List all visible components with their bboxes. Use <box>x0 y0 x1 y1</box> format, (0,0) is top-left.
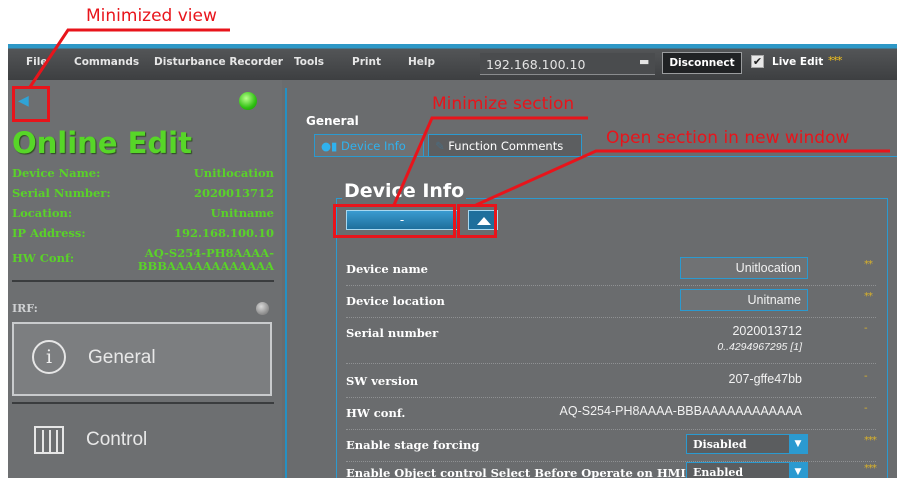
annotation-minimized-view: Minimized view <box>86 6 217 26</box>
section-title: General <box>306 114 359 128</box>
stage-forcing-row: Enable stage forcing Disabled ▼ *** <box>346 432 877 462</box>
device-summary-panel: ◀ Online Edit Device Name: Unitlocation … <box>8 80 282 478</box>
nav-control-label: Control <box>86 429 148 450</box>
access-level-icon: *** <box>828 54 842 67</box>
hw-conf-value-line2: BBBAAAAAAAAAAAA <box>137 259 274 273</box>
menu-tools[interactable]: Tools <box>294 56 324 68</box>
serial-number-value: 2020013712 <box>193 186 274 200</box>
access-level-icon: ** <box>864 259 873 270</box>
divider <box>12 280 274 282</box>
chevron-down-icon[interactable]: ▬ <box>639 55 649 68</box>
annotation-open-section-new-window: Open section in new window <box>606 128 850 148</box>
irf-status-icon <box>256 302 269 315</box>
info-icon: i <box>32 340 66 374</box>
device-location-input[interactable]: Unitname <box>680 289 808 311</box>
serial-number-value: 2020013712 <box>732 324 802 338</box>
location-label: Location: <box>12 206 73 220</box>
stage-forcing-dropdown[interactable]: Disabled ▼ <box>686 434 808 454</box>
access-level-icon: - <box>864 323 867 334</box>
hw-conf-row: HW Conf: AQ-S254-PH8AAAA- BBBAAAAAAAAAAA… <box>12 247 274 273</box>
object-control-label: Enable Object control Select Before Oper… <box>346 466 686 478</box>
location-value: Unitname <box>210 206 274 220</box>
comment-icon: ✎ <box>435 139 449 153</box>
nav-general[interactable]: i General <box>12 322 272 396</box>
nav-general-label: General <box>88 347 156 368</box>
location-row: Location: Unitname <box>12 206 274 222</box>
live-edit-label: Live Edit <box>772 56 824 68</box>
nav-control[interactable]: Control <box>12 426 272 456</box>
stage-forcing-value: Disabled <box>693 438 747 451</box>
ip-address-select[interactable]: 192.168.100.10 <box>480 53 655 75</box>
tab-divider <box>314 156 897 157</box>
hw-conf-value: AQ-S254-PH8AAAA-BBBAAAAAAAAAAAA <box>559 404 802 418</box>
sw-version-row: SW version 207-gffe47bb - <box>346 368 876 398</box>
access-level-icon: - <box>864 403 867 414</box>
online-status-icon <box>239 92 257 110</box>
device-name-row: Device name Unitlocation ** <box>346 256 876 286</box>
annotation-box-minimize-section <box>333 204 456 238</box>
group-title: Device Info <box>342 180 467 202</box>
stage-forcing-label: Enable stage forcing <box>346 438 480 452</box>
tab-function-comments[interactable]: ✎ Function Comments <box>428 134 582 156</box>
device-name-input[interactable]: Unitlocation <box>680 257 808 279</box>
ip-address-row: IP Address: 192.168.100.10 <box>12 226 274 242</box>
hw-conf-value: AQ-S254-PH8AAAA- BBBAAAAAAAAAAAA <box>138 247 274 273</box>
live-edit-checkbox[interactable]: ✔ <box>751 55 764 68</box>
access-level-icon: *** <box>864 463 877 474</box>
object-control-row: Enable Object control Select Before Oper… <box>346 460 877 478</box>
hw-conf-row: HW conf. AQ-S254-PH8AAAA-BBBAAAAAAAAAAAA… <box>346 400 876 430</box>
device-location-label: Device location <box>346 294 445 308</box>
ip-address-value: 192.168.100.10 <box>173 226 274 240</box>
access-level-icon: *** <box>864 435 877 446</box>
tab-device-info-label: Device Info <box>341 139 406 153</box>
menu-help[interactable]: Help <box>408 56 435 68</box>
serial-number-row: Serial Number: 2020013712 <box>12 186 274 202</box>
disconnect-button[interactable]: Disconnect <box>662 52 742 74</box>
annotation-minimize-section: Minimize section <box>432 94 575 114</box>
serial-number-label: Serial Number: <box>12 186 111 200</box>
device-name-value: Unitlocation <box>193 166 274 180</box>
device-info-icon: ●▮ <box>321 139 342 153</box>
hw-conf-label: HW conf. <box>346 406 406 420</box>
ip-address-label: IP Address: <box>12 226 86 240</box>
panel-divider[interactable] <box>285 88 287 478</box>
sliders-icon <box>34 426 64 454</box>
object-control-value: Enabled <box>693 466 744 478</box>
device-name-row: Device Name: Unitlocation <box>12 166 274 182</box>
device-name-label: Device name <box>346 262 428 276</box>
annotation-box-open-section <box>457 204 497 238</box>
irf-label: IRF: <box>12 302 38 315</box>
object-control-dropdown[interactable]: Enabled ▼ <box>686 462 808 478</box>
sw-version-label: SW version <box>346 374 419 388</box>
menu-bar: File Commands Disturbance Recorder Tools… <box>8 44 897 80</box>
divider <box>12 402 274 404</box>
chevron-down-icon[interactable]: ▼ <box>789 463 807 478</box>
menu-commands[interactable]: Commands <box>74 56 139 68</box>
access-level-icon: ** <box>864 291 873 302</box>
menu-file[interactable]: File <box>26 56 48 68</box>
connection-status-title: Online Edit <box>12 126 192 160</box>
annotation-box-minimize-view <box>12 86 50 122</box>
tab-device-info[interactable]: ●▮ Device Info <box>314 134 424 156</box>
sw-version-value: 207-gffe47bb <box>728 372 802 386</box>
serial-number-row: Serial number 2020013712 0..4294967295 [… <box>346 320 876 364</box>
device-location-row: Device location Unitname ** <box>346 288 876 318</box>
menu-print[interactable]: Print <box>352 56 381 68</box>
hw-conf-label: HW Conf: <box>12 251 75 265</box>
device-name-label: Device Name: <box>12 166 101 180</box>
tab-function-comments-label: Function Comments <box>448 139 564 153</box>
menu-disturbance-recorder[interactable]: Disturbance Recorder <box>154 56 283 68</box>
chevron-down-icon[interactable]: ▼ <box>789 435 807 453</box>
access-level-icon: - <box>864 371 867 382</box>
serial-number-range: 0..4294967295 [1] <box>717 341 802 353</box>
serial-number-label: Serial number <box>346 326 439 340</box>
